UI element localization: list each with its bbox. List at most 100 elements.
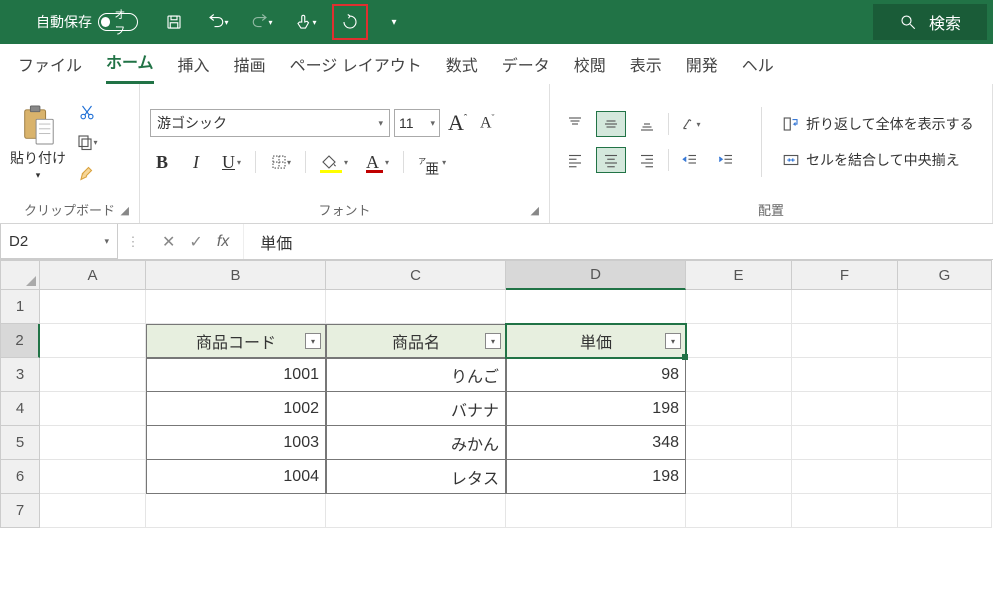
cell-e6[interactable] (686, 460, 792, 494)
cell-a3[interactable] (40, 358, 146, 392)
paste-button[interactable]: 貼り付け ▾ (10, 104, 66, 181)
cell-b1[interactable] (146, 290, 326, 324)
cell-d1[interactable] (506, 290, 686, 324)
tab-insert[interactable]: 挿入 (178, 46, 210, 84)
col-header-b[interactable]: B (146, 260, 326, 290)
align-center-button[interactable] (596, 147, 626, 173)
cell-f4[interactable] (792, 392, 898, 426)
cell-b5[interactable]: 1003 (146, 426, 326, 460)
row-header-2[interactable]: 2 (0, 324, 40, 358)
customize-qat-button[interactable]: ▾ (376, 4, 412, 40)
col-header-c[interactable]: C (326, 260, 506, 290)
cell-f5[interactable] (792, 426, 898, 460)
repeat-button[interactable] (332, 4, 368, 40)
font-color-button[interactable]: A▾ (362, 149, 393, 175)
col-header-d[interactable]: D (506, 260, 686, 290)
col-header-a[interactable]: A (40, 260, 146, 290)
cell-e3[interactable] (686, 358, 792, 392)
phonetic-button[interactable]: ア亜▾ (414, 149, 450, 175)
filter-button-b[interactable]: ▾ (305, 333, 321, 349)
tab-page-layout[interactable]: ページ レイアウト (290, 46, 422, 84)
row-header-3[interactable]: 3 (0, 358, 40, 392)
tab-data[interactable]: データ (502, 46, 550, 84)
cell-c6[interactable]: レタス (326, 460, 506, 494)
tab-formulas[interactable]: 数式 (446, 46, 478, 84)
cell-c1[interactable] (326, 290, 506, 324)
undo-button[interactable]: ▾ (200, 4, 236, 40)
cell-f1[interactable] (792, 290, 898, 324)
cell-f7[interactable] (792, 494, 898, 528)
row-header-7[interactable]: 7 (0, 494, 40, 528)
font-launcher[interactable]: ◢ (531, 204, 539, 217)
cell-a6[interactable] (40, 460, 146, 494)
bold-button[interactable]: B (150, 149, 174, 175)
formula-input[interactable]: 単価 (244, 224, 993, 259)
cell-a4[interactable] (40, 392, 146, 426)
align-middle-button[interactable] (596, 111, 626, 137)
cell-g1[interactable] (898, 290, 992, 324)
clipboard-launcher[interactable]: ◢ (121, 204, 129, 217)
align-bottom-button[interactable] (632, 111, 662, 137)
cell-d2[interactable]: 単価▾ (506, 324, 686, 358)
align-top-button[interactable] (560, 111, 590, 137)
cell-g6[interactable] (898, 460, 992, 494)
format-painter-button[interactable] (76, 161, 98, 183)
borders-button[interactable]: ▾ (266, 149, 295, 175)
insert-function-button[interactable]: fx (217, 233, 229, 251)
col-header-e[interactable]: E (686, 260, 792, 290)
filter-button-d[interactable]: ▾ (665, 333, 681, 349)
cell-f3[interactable] (792, 358, 898, 392)
row-header-4[interactable]: 4 (0, 392, 40, 426)
orientation-button[interactable]: ▾ (675, 111, 705, 137)
cell-g2[interactable] (898, 324, 992, 358)
redo-button[interactable]: ▾ (244, 4, 280, 40)
select-all-corner[interactable] (0, 260, 40, 290)
fill-color-button[interactable]: ▾ (316, 149, 352, 175)
enter-formula-button[interactable]: ✓ (189, 232, 202, 252)
name-box[interactable]: D2▾ (0, 224, 118, 259)
save-button[interactable] (156, 4, 192, 40)
cell-d3[interactable]: 98 (506, 358, 686, 392)
align-left-button[interactable] (560, 147, 590, 173)
cell-b2[interactable]: 商品コード▾ (146, 324, 326, 358)
cell-e1[interactable] (686, 290, 792, 324)
align-right-button[interactable] (632, 147, 662, 173)
cell-a7[interactable] (40, 494, 146, 528)
cell-f2[interactable] (792, 324, 898, 358)
cell-e4[interactable] (686, 392, 792, 426)
cell-d5[interactable]: 348 (506, 426, 686, 460)
filter-button-c[interactable]: ▾ (485, 333, 501, 349)
decrease-font-button[interactable]: Aˇ (475, 110, 499, 136)
row-header-5[interactable]: 5 (0, 426, 40, 460)
tab-help[interactable]: ヘル (742, 46, 774, 84)
col-header-f[interactable]: F (792, 260, 898, 290)
cell-c2[interactable]: 商品名▾ (326, 324, 506, 358)
autosave-toggle[interactable]: 自動保存 オフ (36, 12, 138, 32)
tab-draw[interactable]: 描画 (234, 46, 266, 84)
cell-a2[interactable] (40, 324, 146, 358)
fill-handle[interactable] (682, 354, 688, 360)
row-header-6[interactable]: 6 (0, 460, 40, 494)
cell-a5[interactable] (40, 426, 146, 460)
cell-g7[interactable] (898, 494, 992, 528)
copy-button[interactable]: ▾ (76, 131, 98, 153)
cell-g3[interactable] (898, 358, 992, 392)
tab-view[interactable]: 表示 (630, 46, 662, 84)
col-header-g[interactable]: G (898, 260, 992, 290)
italic-button[interactable]: I (184, 149, 208, 175)
tab-home[interactable]: ホーム (106, 43, 154, 84)
cell-d4[interactable]: 198 (506, 392, 686, 426)
tab-developer[interactable]: 開発 (686, 46, 718, 84)
increase-font-button[interactable]: Aˆ (444, 110, 471, 136)
cell-e7[interactable] (686, 494, 792, 528)
cell-f6[interactable] (792, 460, 898, 494)
cell-e5[interactable] (686, 426, 792, 460)
cell-e2[interactable] (686, 324, 792, 358)
tab-file[interactable]: ファイル (18, 46, 82, 84)
cell-a1[interactable] (40, 290, 146, 324)
tab-review[interactable]: 校閲 (574, 46, 606, 84)
cell-b3[interactable]: 1001 (146, 358, 326, 392)
cell-d7[interactable] (506, 494, 686, 528)
cell-c7[interactable] (326, 494, 506, 528)
cell-c4[interactable]: バナナ (326, 392, 506, 426)
